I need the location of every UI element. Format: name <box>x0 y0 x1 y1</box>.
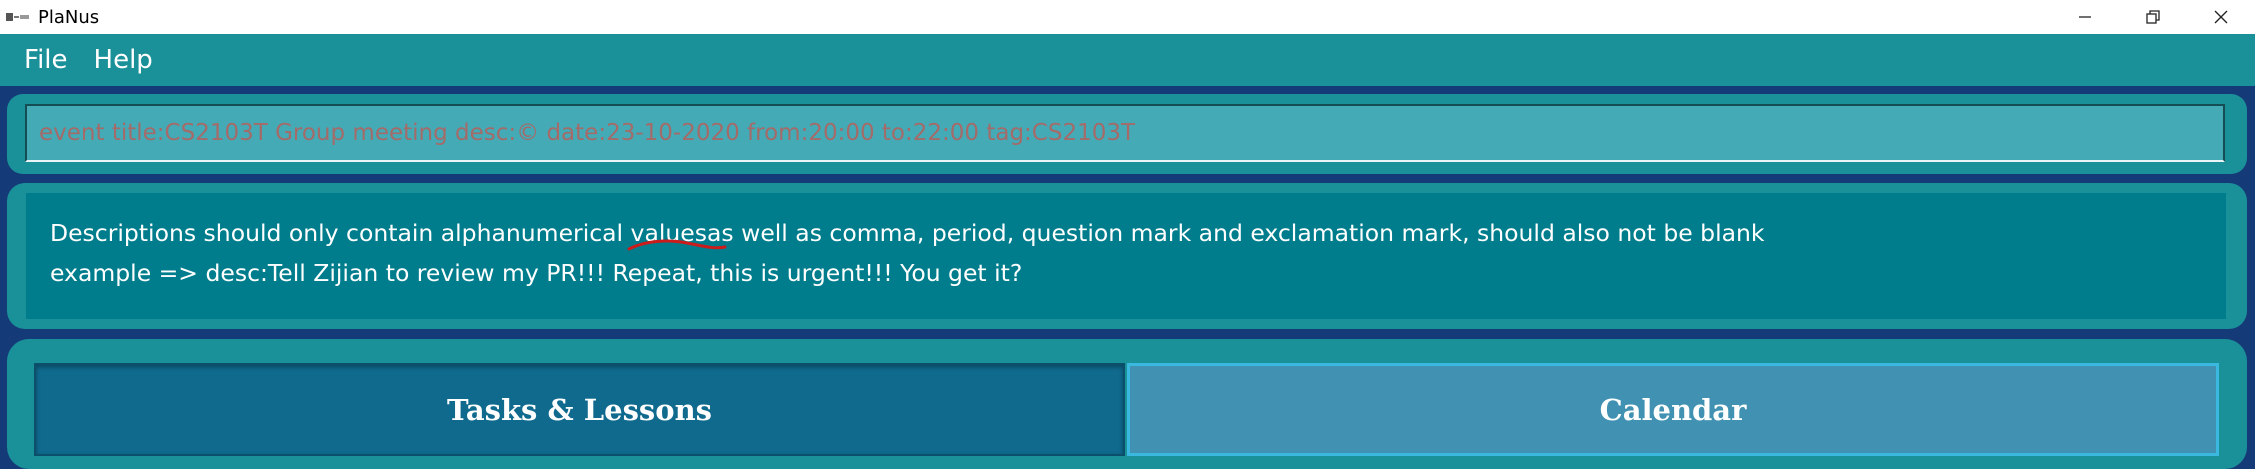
command-box-panel <box>7 94 2247 174</box>
tab-panel: Tasks & Lessons Calendar <box>7 339 2247 469</box>
result-example-line: example => desc:Tell Zijian to review my… <box>50 259 1023 287</box>
result-text-before: Descriptions should only contain alphanu… <box>50 219 631 247</box>
window-title: PlaNus <box>38 6 100 28</box>
result-message-line: Descriptions should only contain alphanu… <box>50 213 2202 253</box>
title-bar: PlaNus <box>0 0 2255 34</box>
close-icon <box>2214 10 2228 24</box>
app-icon <box>6 11 32 23</box>
close-button[interactable] <box>2187 0 2255 34</box>
command-input[interactable] <box>25 104 2225 162</box>
menu-file[interactable]: File <box>12 45 80 75</box>
menu-bar: File Help <box>0 34 2255 86</box>
underlined-word: valuesas <box>627 213 734 253</box>
result-display-panel: Descriptions should only contain alphanu… <box>7 183 2247 329</box>
restore-button[interactable] <box>2119 0 2187 34</box>
menu-help[interactable]: Help <box>82 45 165 75</box>
tab-tasks-lessons[interactable]: Tasks & Lessons <box>34 363 1125 456</box>
red-squiggle-annotation <box>627 239 727 251</box>
minimize-button[interactable] <box>2051 0 2119 34</box>
restore-icon <box>2146 10 2160 24</box>
tab-calendar[interactable]: Calendar <box>1127 363 2219 456</box>
result-display: Descriptions should only contain alphanu… <box>26 193 2226 319</box>
window-controls <box>2051 0 2255 34</box>
result-text-after: well as comma, period, question mark and… <box>733 219 1765 247</box>
minimize-icon <box>2079 16 2091 18</box>
